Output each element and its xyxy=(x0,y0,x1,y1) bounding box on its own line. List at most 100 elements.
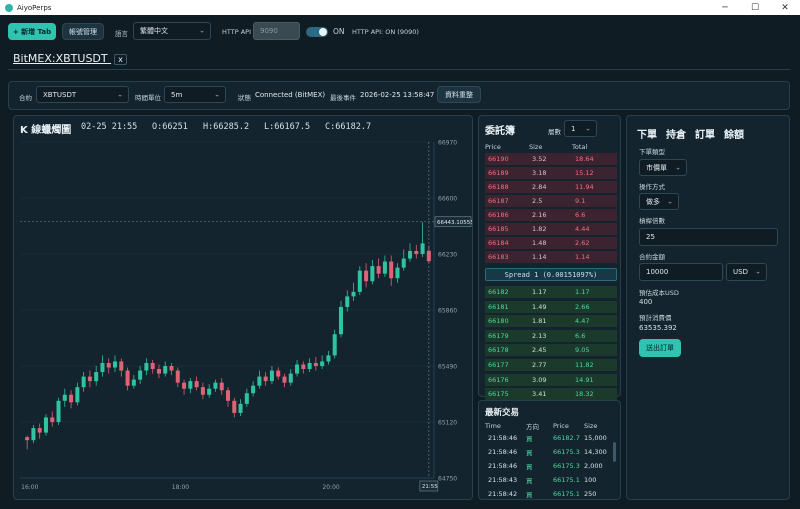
http-api-label: HTTP API xyxy=(222,28,251,36)
orderbook-bid-row[interactable]: 66177 2.77 11.82 xyxy=(485,359,617,371)
y-tick-label: 65490 xyxy=(438,364,457,371)
contract-select[interactable]: XBTUSDT ⌄ xyxy=(36,86,129,103)
x-tick-label: 16:00 xyxy=(21,484,38,491)
orderbook-ask-row[interactable]: 66183 1.14 1.14 xyxy=(485,251,617,263)
candle-body-down xyxy=(200,387,205,395)
depth-select[interactable]: 1 ⌄ xyxy=(564,120,597,137)
toggle-state-label: ON xyxy=(333,27,345,36)
close-window-button[interactable]: ✕ xyxy=(770,3,800,13)
chart-ohlc-time: 02-25 21:55 xyxy=(81,122,138,132)
ask-size: 1.14 xyxy=(532,253,547,261)
order-type-select[interactable]: 市價單 ⌄ xyxy=(639,159,687,176)
y-tick-label: 66600 xyxy=(438,196,457,203)
tab-bitmex-xbtusdt[interactable]: BitMEX:XBTUSDT x xyxy=(13,52,127,65)
orderbook-bid-row[interactable]: 66175 3.41 18.32 xyxy=(485,388,617,401)
tab-place-order[interactable]: 下單 xyxy=(637,126,657,141)
orderbook-bid-row[interactable]: 66181 1.49 2.66 xyxy=(485,300,617,313)
side-value: 做多 xyxy=(646,197,660,206)
candle-body-up xyxy=(31,428,36,441)
candle-body-up xyxy=(338,306,343,335)
orderbook-ask-row[interactable]: 66187 2.5 9.1 xyxy=(485,195,617,207)
est-qty-label: 預計消費價 xyxy=(639,314,672,322)
orderbook-bid-row[interactable]: 66179 2.13 6.6 xyxy=(485,329,617,342)
size-header: Size xyxy=(584,422,598,430)
submit-order-button[interactable]: 送出訂單 xyxy=(639,339,681,357)
ask-size: 3.52 xyxy=(532,155,547,163)
price-header: Price xyxy=(553,422,569,430)
status-label: 狀態 xyxy=(238,94,251,102)
trades-header: Time 方向 Price Size xyxy=(485,420,617,432)
candle-body-up xyxy=(370,266,375,282)
trade-price: 66175.3 xyxy=(553,448,580,456)
est-cost-value: 400 xyxy=(639,298,653,306)
orderbook-ask-row[interactable]: 66186 2.16 6.6 xyxy=(485,209,617,221)
side-select[interactable]: 做多 ⌄ xyxy=(639,193,679,210)
ask-price: 66185 xyxy=(488,225,509,233)
trade-price: 66182.7 xyxy=(553,434,580,442)
orderbook-ask-row[interactable]: 66184 1.48 2.62 xyxy=(485,237,617,249)
orderbook-ask-row[interactable]: 66190 3.52 18.64 xyxy=(485,153,617,165)
tab-label: BitMEX:XBTUSDT xyxy=(13,52,108,65)
candle-body-down xyxy=(125,370,130,386)
candle-body-up xyxy=(81,376,86,388)
trades-scrollbar[interactable] xyxy=(613,442,616,462)
orderbook-bid-row[interactable]: 66176 3.09 14.91 xyxy=(485,373,617,386)
candle-body-down xyxy=(276,370,281,377)
trade-time: 21:58:43 xyxy=(488,476,518,484)
tab-close-button[interactable]: x xyxy=(114,54,127,65)
candle-body-up xyxy=(94,372,99,382)
currency-select[interactable]: USD ⌄ xyxy=(726,263,767,281)
candle-body-down xyxy=(414,250,419,254)
leverage-input[interactable]: 25 xyxy=(639,228,778,246)
x-tick-label: 18:00 xyxy=(172,484,189,491)
crosshair-time-label: 21:55 xyxy=(422,484,438,490)
orderbook-bid-row[interactable]: 66180 1.81 4.47 xyxy=(485,315,617,328)
orderbook-bid-row[interactable]: 66182 1.17 1.17 xyxy=(485,286,617,298)
tab-orders[interactable]: 訂單 xyxy=(695,126,715,141)
contract-label: 合約 xyxy=(19,94,32,102)
language-select[interactable]: 繁體中文 ⌄ xyxy=(133,22,211,40)
trade-side: 買 xyxy=(526,435,533,443)
candle-body-down xyxy=(219,382,224,391)
new-tab-button[interactable]: + 新增 Tab xyxy=(8,23,56,40)
trade-size: 15,000 xyxy=(584,434,607,442)
tab-balance[interactable]: 餘額 xyxy=(724,126,744,141)
amount-input[interactable]: 10000 xyxy=(639,263,723,281)
candle-body-down xyxy=(50,417,55,422)
last-event-label: 最後事件 xyxy=(330,94,356,102)
http-api-toggle[interactable] xyxy=(306,27,328,37)
ask-price: 66187 xyxy=(488,197,509,205)
candle-body-up xyxy=(357,270,362,292)
trade-size: 100 xyxy=(584,476,597,484)
reload-data-button[interactable]: 資料重整 xyxy=(437,86,481,103)
trade-side: 買 xyxy=(526,491,533,499)
candle-body-down xyxy=(69,394,74,403)
ask-price: 66184 xyxy=(488,239,509,247)
order-type-label: 下單類型 xyxy=(639,148,665,156)
candle-body-up xyxy=(351,291,356,297)
candle-body-up xyxy=(251,385,256,394)
candle-body-up xyxy=(113,361,118,368)
tab-positions[interactable]: 持倉 xyxy=(666,126,686,141)
trade-price: 66175.1 xyxy=(553,490,580,498)
bid-price: 66178 xyxy=(488,346,509,355)
connection-status: Connected (BitMEX) xyxy=(255,91,326,99)
orderbook-ask-row[interactable]: 66185 1.82 4.44 xyxy=(485,223,617,235)
ask-price: 66189 xyxy=(488,169,509,177)
orderbook-ask-row[interactable]: 66188 2.84 11.94 xyxy=(485,181,617,193)
account-management-button[interactable]: 帳號管理 xyxy=(62,23,104,40)
maximize-button[interactable]: ☐ xyxy=(740,3,770,13)
orderbook-ask-row[interactable]: 66189 3.18 15.12 xyxy=(485,167,617,179)
http-api-port-input[interactable]: 9090 xyxy=(253,22,300,40)
candle-body-down xyxy=(169,366,174,371)
minimize-button[interactable]: ─ xyxy=(710,3,740,13)
candlestick-chart[interactable]: 66970 66600 66230 65860 65490 65120 64750 16:00… xyxy=(14,136,472,499)
candle-body-up xyxy=(257,376,262,386)
bid-size: 1.81 xyxy=(532,317,547,326)
ask-size: 1.48 xyxy=(532,239,547,247)
timeframe-select[interactable]: 5m ⌄ xyxy=(164,86,226,103)
candle-body-down xyxy=(376,266,381,274)
orderbook-bid-row[interactable]: 66178 2.45 9.05 xyxy=(485,344,617,357)
crosshair-price-label: 66443.10555 xyxy=(437,220,472,226)
y-tick-label: 65120 xyxy=(438,420,457,427)
